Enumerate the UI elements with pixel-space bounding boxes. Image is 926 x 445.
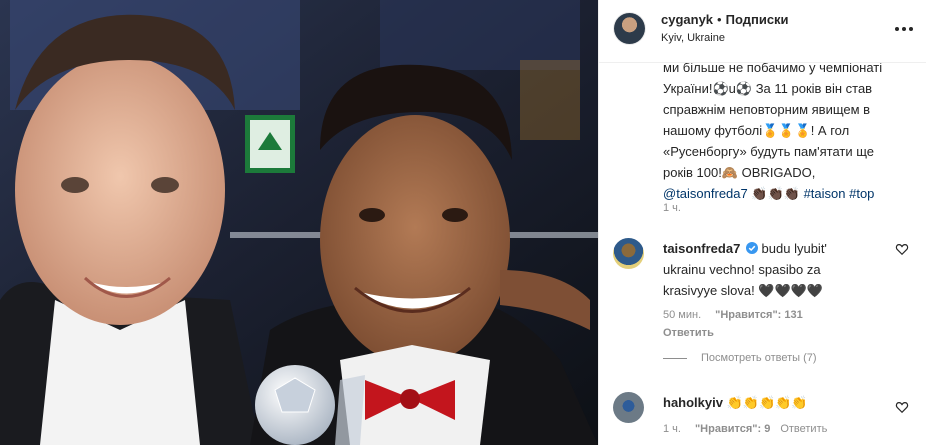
comment-text-part: krasivyye slova! 🖤🖤🖤🖤 bbox=[663, 283, 824, 298]
view-replies-label: Посмотреть ответы (7) bbox=[701, 352, 817, 364]
selfie-image bbox=[0, 0, 598, 445]
author-avatar[interactable] bbox=[614, 13, 645, 44]
follow-button[interactable]: Подписки bbox=[726, 12, 789, 27]
commenter-username[interactable]: taisonfreda7 bbox=[663, 241, 740, 256]
caption-tags-line: @taisonfreda7 👏🏿👏🏿👏🏿 #taison #top bbox=[663, 183, 903, 204]
caption-line: України!⚽u⚽ За 11 років він став bbox=[663, 81, 873, 96]
post-side-panel: cyganyk • Подписки Kyiv, Ukraine ми більше… bbox=[598, 0, 926, 445]
comment-reply-row: Ответить bbox=[663, 327, 724, 339]
post-caption: ми більше не побачимо у чемпіонаті Украї… bbox=[663, 57, 903, 204]
verified-badge-icon bbox=[745, 242, 758, 254]
reply-button[interactable]: Ответить bbox=[663, 327, 714, 339]
replies-divider bbox=[663, 357, 687, 359]
view-replies-button[interactable]: Посмотреть ответы (7) bbox=[663, 352, 817, 364]
comments-scroll-area[interactable]: ми більше не побачимо у чемпіонаті Украї… bbox=[599, 60, 926, 445]
heart-outline-icon[interactable] bbox=[895, 242, 909, 256]
caption-line: справжнім неповторним явищем в bbox=[663, 102, 871, 117]
commenter-avatar[interactable] bbox=[613, 238, 644, 269]
caption-line: нашому футболі🏅🏅🏅! А гол bbox=[663, 123, 850, 138]
commenter-username[interactable]: haholkyiv bbox=[663, 395, 723, 410]
caption-line: років 100!🙈 OBRIGADO, bbox=[663, 165, 816, 180]
comment-text-part: ukrainu vechno! spasibo za bbox=[663, 262, 821, 277]
comment-text-part: 👏👏👏👏👏 bbox=[722, 395, 808, 410]
author-username[interactable]: cyganyk bbox=[661, 12, 713, 27]
comment-meta: 1 ч. "Нравится": 9 Ответить bbox=[663, 423, 837, 435]
comment-time[interactable]: 1 ч. bbox=[663, 423, 681, 435]
more-dots-icon bbox=[895, 27, 913, 31]
comment-time[interactable]: 50 мин. bbox=[663, 309, 701, 321]
hashtag-link[interactable]: #taison bbox=[804, 186, 846, 201]
heart-outline-icon[interactable] bbox=[895, 400, 909, 414]
more-horizontal-icon[interactable] bbox=[894, 16, 914, 37]
reply-button[interactable]: Ответить bbox=[780, 423, 827, 435]
hashtag-link[interactable]: #top bbox=[849, 186, 874, 201]
commenter-avatar[interactable] bbox=[613, 392, 644, 423]
post-time[interactable]: 1 ч. bbox=[663, 202, 681, 214]
caption-line: «Русенборгу» будуть пам'ятати ще bbox=[663, 144, 875, 159]
comment-text-part: budu lyubit' bbox=[757, 241, 827, 256]
comment-text: haholkyiv 👏👏👏👏👏 bbox=[663, 392, 863, 413]
post-photo[interactable] bbox=[0, 0, 598, 445]
author-line: cyganyk • Подписки bbox=[661, 12, 789, 27]
separator-dot: • bbox=[717, 12, 722, 27]
mention-link[interactable]: @taisonfreda7 bbox=[663, 186, 748, 201]
comment-text: taisonfreda7 budu lyubit' ukrainu vechno… bbox=[663, 238, 863, 301]
comment-likes[interactable]: "Нравится": 9 bbox=[695, 423, 770, 435]
comment-likes[interactable]: "Нравится": 131 bbox=[715, 309, 803, 321]
comment-meta: 50 мин. "Нравится": 131 bbox=[663, 309, 813, 321]
post-header: cyganyk • Подписки Kyiv, Ukraine bbox=[599, 0, 926, 63]
post-location[interactable]: Kyiv, Ukraine bbox=[661, 32, 725, 44]
hands-emoji: 👏🏿👏🏿👏🏿 bbox=[751, 186, 800, 201]
